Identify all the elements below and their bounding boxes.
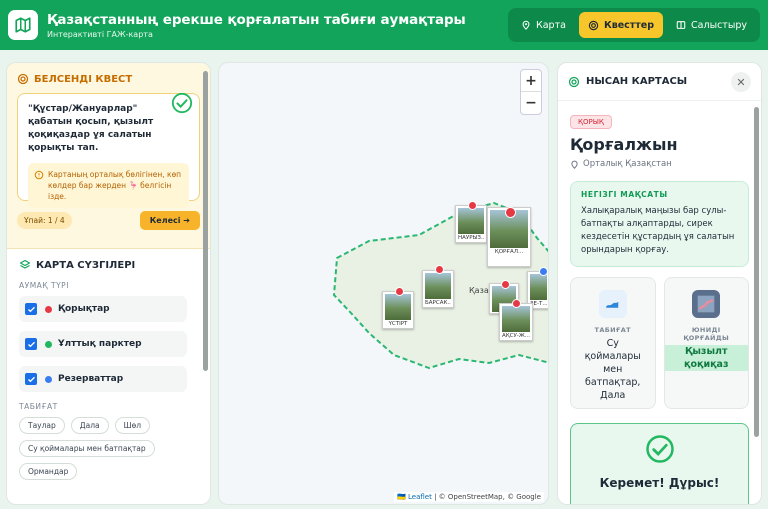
close-button[interactable]: ✕ — [731, 72, 751, 92]
tag-wetlands[interactable]: Су қоймалары мен батпақтар — [19, 440, 155, 457]
blue-dot-icon — [45, 375, 52, 383]
red-pin-icon[interactable] — [468, 201, 477, 210]
layers-icon — [19, 259, 31, 269]
map-view[interactable]: + − Қазақстан НАУРЫЗ... ҚОРҒАЛ... ҮСТІРТ… — [218, 62, 549, 505]
app-subtitle: Интерактивті ГАЖ-карта — [47, 29, 153, 39]
marker-ustyurt[interactable]: ҮСТІРТ — [382, 291, 414, 329]
main-nav: Карта Квесттер Салыстыру — [507, 8, 760, 42]
red-pin-icon[interactable] — [501, 280, 510, 289]
object-region: Орталық Қазақстан — [570, 159, 761, 169]
app-header: Қазақстанның ерекше қорғалатын табиғи ау… — [0, 0, 768, 50]
tag-steppe[interactable]: Дала — [70, 417, 109, 434]
tag-mountains[interactable]: Таулар — [19, 417, 65, 434]
nav-quests-label: Квесттер — [603, 19, 655, 31]
attribution-text: | © OpenStreetMap, © Google — [434, 493, 541, 501]
success-banner: Керемет! Дұрыс! — [570, 423, 749, 504]
filter-national-parks[interactable]: Ұлттық парктер — [19, 331, 187, 357]
marker-nauryzum[interactable]: НАУРЫЗ... — [455, 205, 487, 243]
quest-hint: Картаның орталық бөлігінен, көп көлдер б… — [28, 163, 189, 208]
blue-pin-icon[interactable] — [539, 267, 548, 276]
sidebar-scrollbar[interactable] — [203, 71, 208, 371]
location-pin-icon — [571, 160, 578, 169]
green-dot-icon — [45, 340, 52, 348]
quest-score-badge: Ұпай: 1 / 4 — [17, 212, 72, 229]
check-circle-icon — [645, 435, 674, 463]
nav-compare-label: Салыстыру — [691, 19, 747, 31]
filter-label: Ұлттық парктер — [58, 339, 142, 349]
target-icon — [17, 73, 29, 85]
success-text: Керемет! Дұрыс! — [599, 476, 720, 490]
map-logo-icon — [8, 10, 38, 40]
next-quest-button[interactable]: Келесі ➔ — [139, 211, 200, 230]
quest-card: "Құстар/Жануарлар" қабатын қосып, қызылт… — [17, 92, 200, 208]
filter-label: Резерваттар — [58, 374, 124, 384]
quest-task-text: "Құстар/Жануарлар" қабатын қосып, қызылт… — [28, 104, 154, 153]
checkbox-checked-icon[interactable] — [25, 303, 37, 315]
map-attribution: 🇺🇦 Leaflet | © OpenStreetMap, © Google — [394, 492, 544, 502]
quest-hint-text: Картаның орталық бөлігінен, көп көлдер б… — [48, 170, 182, 201]
tag-desert[interactable]: Шөл — [114, 417, 151, 434]
goal-label: НЕГІЗГІ МАҚСАТЫ — [581, 190, 668, 199]
nature-card-label: ТАБИҒАТ — [594, 326, 631, 334]
nav-map-button[interactable]: Карта — [512, 12, 575, 38]
map-filters-section: КАРТА СҮЗГІЛЕРІ АУМАҚ ТҮРІ Қорықтар Ұлтт… — [7, 249, 210, 490]
nav-quests-button[interactable]: Квесттер — [578, 12, 664, 38]
checkbox-checked-icon[interactable] — [25, 373, 37, 385]
checkbox-checked-icon[interactable] — [25, 338, 37, 350]
goal-text: Халықаралық маңызы бар сулы-батпақты алқ… — [581, 206, 735, 255]
target-icon — [568, 76, 580, 87]
nature-label: ТАБИҒАТ — [19, 402, 58, 411]
book-icon — [676, 21, 686, 29]
symbol-card-value: Қызылт қоқиқаз — [664, 345, 748, 371]
location-pin-icon — [522, 20, 530, 30]
object-title: Қорғалжын — [570, 135, 678, 154]
object-card-panel: НЫСАН КАРТАСЫ ✕ ҚОРЫҚ Қорғалжын Орталық … — [557, 62, 762, 505]
quest-heading: БЕЛСЕНДІ КВЕСТ — [34, 73, 133, 85]
flamingo-photo-icon — [692, 290, 721, 318]
area-type-label: АУМАҚ ТҮРІ — [19, 281, 69, 290]
zoom-in-button[interactable]: + — [521, 70, 541, 92]
target-icon — [588, 20, 599, 30]
wave-icon — [598, 290, 627, 318]
nature-card: ТАБИҒАТ Су қоймалары мен батпақтар, Дала — [570, 277, 656, 409]
active-quest-section: БЕЛСЕНДІ КВЕСТ "Құстар/Жануарлар" қабаты… — [7, 63, 210, 249]
symbol-card: ЮНИДІ ҚОРҒАЙДЫ Қызылт қоқиқаз — [663, 277, 749, 409]
zoom-control: + − — [520, 69, 542, 115]
type-badge: ҚОРЫҚ — [570, 115, 612, 129]
tag-forests[interactable]: Ормандар — [19, 463, 78, 480]
left-sidebar: БЕЛСЕНДІ КВЕСТ "Құстар/Жануарлар" қабаты… — [6, 62, 211, 505]
close-icon: ✕ — [736, 75, 746, 89]
panel-heading: НЫСАН КАРТАСЫ — [586, 76, 688, 87]
leaflet-link[interactable]: 🇺🇦 Leaflet — [397, 493, 432, 501]
info-icon — [34, 170, 44, 180]
region-text: Орталық Қазақстан — [583, 159, 672, 169]
symbol-card-label: ЮНИДІ ҚОРҒАЙДЫ — [683, 326, 730, 342]
goal-box: НЕГІЗГІ МАҚСАТЫ Халықаралық маңызы бар с… — [570, 181, 749, 267]
nav-compare-button[interactable]: Салыстыру — [667, 12, 756, 38]
red-pin-icon[interactable] — [512, 299, 521, 308]
nav-map-label: Карта — [535, 19, 566, 31]
app-title: Қазақстанның ерекше қорғалатын табиғи ау… — [47, 11, 466, 28]
nature-card-value: Су қоймалары мен батпақтар, Дала — [584, 338, 641, 401]
filter-reservates[interactable]: Резерваттар — [19, 366, 187, 392]
panel-scrollbar[interactable] — [754, 107, 759, 437]
zoom-out-button[interactable]: − — [521, 92, 541, 114]
filter-label: Қорықтар — [58, 304, 110, 314]
marker-barsakelmes[interactable]: БАРСАК... — [422, 270, 454, 308]
filters-heading: КАРТА СҮЗГІЛЕРІ — [36, 259, 136, 271]
filter-reserves[interactable]: Қорықтар — [19, 296, 187, 322]
red-pin-icon[interactable] — [395, 287, 404, 296]
marker-aksu-zhabagly[interactable]: АҚСУ-Ж... — [499, 303, 533, 341]
red-pin-icon[interactable] — [505, 207, 516, 218]
red-pin-icon[interactable] — [435, 265, 444, 274]
red-dot-icon — [45, 305, 52, 313]
check-circle-icon — [171, 92, 193, 117]
